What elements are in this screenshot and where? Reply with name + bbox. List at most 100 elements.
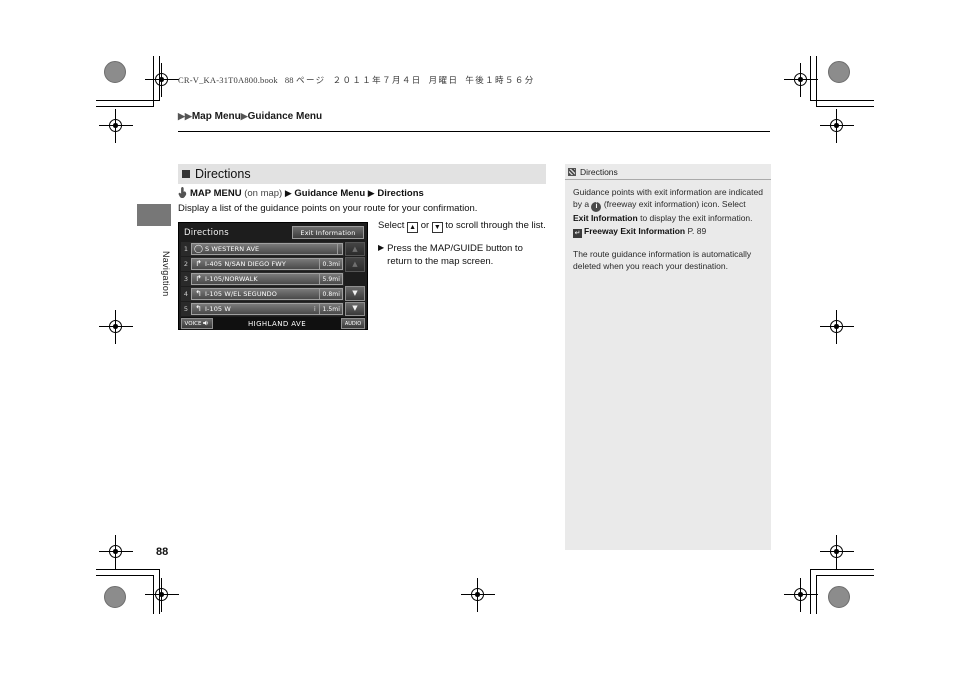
side-note-panel: Directions Guidance points with exit inf… xyxy=(565,164,771,550)
note-square-icon xyxy=(568,167,576,176)
row-index: 3 xyxy=(183,275,189,283)
guidance-point-distance xyxy=(337,244,342,254)
start-circle-icon: ◯ xyxy=(193,244,204,253)
header-page-number: 88 xyxy=(284,75,294,85)
breadcrumb-item-guidance-menu: Guidance Menu xyxy=(247,111,323,122)
print-density-dot-top-right xyxy=(828,61,850,83)
crop-line xyxy=(159,56,160,101)
instruction-or-text: or xyxy=(420,220,430,231)
print-density-dot-bottom-right xyxy=(828,586,850,608)
instruction-scroll-text: to scroll through the list. xyxy=(445,220,546,231)
current-street-label: HIGHLAND AVE xyxy=(247,319,307,328)
guidance-point-distance: 0.8mi xyxy=(319,289,342,299)
menu-path-step-directions: Directions xyxy=(377,188,424,199)
side-note-title: Directions xyxy=(580,166,618,177)
crop-line xyxy=(153,575,154,614)
crop-line xyxy=(810,569,874,570)
hand-pointer-icon xyxy=(178,186,187,198)
directions-list-item[interactable]: ↱ I-105/NORWALK 5.9mi xyxy=(191,273,343,285)
chapter-tab-label: Navigation xyxy=(161,251,171,297)
crop-line xyxy=(816,575,817,614)
section-bullet-square-icon xyxy=(182,170,190,178)
exit-info-indicator-icon: i xyxy=(314,305,316,313)
up-arrow-key-icon: ▲ xyxy=(407,222,419,233)
scrollbar[interactable]: ▲ ▲ ▼ ▼ xyxy=(345,242,365,317)
row-index: 2 xyxy=(183,260,189,268)
note-text-b: (freeway exit information) icon. Select xyxy=(603,199,746,210)
instruction-column: Select ▲ or ▼ to scroll through the list… xyxy=(378,219,550,269)
table-row[interactable]: 2 ↱ I-405 N/SAN DIEGO FWY 0.3mi xyxy=(181,257,344,271)
crop-line xyxy=(816,56,817,107)
directions-list: 1 ◯ S WESTERN AVE 2 ↱ I-405 N/SAN DIEGO … xyxy=(181,242,344,316)
section-description: Display a list of the guidance points on… xyxy=(178,203,478,214)
registration-mark-bottom-left-inner xyxy=(145,578,179,612)
breadcrumb-rule xyxy=(178,131,770,132)
breadcrumb: ▶▶Map Menu▶Guidance Menu xyxy=(178,111,322,122)
scroll-bottom-button[interactable]: ▼ xyxy=(345,301,365,317)
row-index: 1 xyxy=(183,245,189,253)
directions-list-item[interactable]: ↰ I-105 W i 1.5mi xyxy=(191,303,343,315)
turn-right-ramp-icon: ↱ xyxy=(195,259,202,268)
side-note-paragraph-1: Guidance points with exit information ar… xyxy=(573,186,763,238)
bullet-triangle-icon: ▶ xyxy=(378,243,385,252)
voice-label: VOICE xyxy=(184,320,202,327)
registration-mark-bottom-center xyxy=(461,578,495,612)
page-number: 88 xyxy=(156,546,169,558)
side-note-paragraph-2: The route guidance information is automa… xyxy=(573,249,752,272)
note-text-c: to display the exit information. xyxy=(640,213,753,224)
map-guide-instruction: ▶ Press the MAP/GUIDE button to return t… xyxy=(378,242,550,269)
crop-line xyxy=(810,569,811,614)
guidance-point-name: I-105 W/EL SEGUNDO xyxy=(205,290,277,298)
book-filename: CR-V_KA-31T0A800.book xyxy=(178,75,278,85)
breadcrumb-triangle-icon: ▶ xyxy=(184,111,192,121)
crop-line xyxy=(816,106,874,107)
registration-mark-bottom-left xyxy=(99,535,133,569)
voice-button[interactable]: VOICE xyxy=(181,318,213,329)
audio-button[interactable]: AUDIO xyxy=(341,318,365,329)
print-job-header: CR-V_KA-31T0A800.book 88 ページ ２０１１年７月４日 月… xyxy=(178,74,535,86)
crop-line xyxy=(96,575,154,576)
exit-information-button[interactable]: Exit Information xyxy=(292,226,364,239)
print-density-dot-bottom-left xyxy=(104,586,126,608)
crop-line xyxy=(153,56,154,107)
header-date: ２０１１年７月４日 xyxy=(332,76,422,86)
crop-line xyxy=(159,569,160,614)
directions-list-item[interactable]: ↰ I-105 W/EL SEGUNDO 0.8mi xyxy=(191,288,343,300)
header-weekday: 月曜日 xyxy=(428,76,459,86)
table-row[interactable]: 5 ↰ I-105 W i 1.5mi xyxy=(181,302,344,316)
table-row[interactable]: 4 ↰ I-105 W/EL SEGUNDO 0.8mi xyxy=(181,287,344,301)
speaker-icon xyxy=(203,320,209,328)
registration-mark-top-left xyxy=(145,63,179,97)
section-title-bar: Directions xyxy=(178,164,546,184)
nav-screen-header: Directions Exit Information xyxy=(181,225,365,241)
menu-path: MAP MENU (on map) ▶ Guidance Menu ▶ Dire… xyxy=(178,186,424,199)
page-canvas: CR-V_KA-31T0A800.book 88 ページ ２０１１年７月４日 月… xyxy=(0,0,954,675)
guidance-point-name: S WESTERN AVE xyxy=(205,245,260,253)
table-row[interactable]: 1 ◯ S WESTERN AVE xyxy=(181,242,344,256)
table-row[interactable]: 3 ↱ I-105/NORWALK 5.9mi xyxy=(181,272,344,286)
menu-path-root-suffix: (on map) xyxy=(244,188,283,199)
instruction-select-text: Select xyxy=(378,220,405,231)
cross-reference-title[interactable]: Freeway Exit Information xyxy=(584,226,685,236)
scroll-up-button[interactable]: ▲ xyxy=(345,257,365,272)
registration-mark-top-right xyxy=(784,63,818,97)
crop-line xyxy=(96,569,160,570)
chapter-tab-block xyxy=(137,204,171,226)
turn-right-icon: ↱ xyxy=(195,274,202,283)
turn-left-icon: ↰ xyxy=(195,304,202,313)
registration-mark-top-right-inner xyxy=(820,109,854,143)
page-title: Directions xyxy=(195,167,251,181)
scroll-top-button[interactable]: ▲ xyxy=(345,242,365,257)
scroll-down-button[interactable]: ▼ xyxy=(345,286,365,301)
registration-mark-bottom-right-inner xyxy=(784,578,818,612)
breadcrumb-item-map-menu: Map Menu xyxy=(191,111,241,122)
nav-screen-body: 1 ◯ S WESTERN AVE 2 ↱ I-405 N/SAN DIEGO … xyxy=(181,242,365,317)
menu-path-triangle-icon: ▶ xyxy=(367,188,375,198)
down-arrow-key-icon: ▼ xyxy=(431,222,443,233)
crop-line xyxy=(810,100,874,101)
menu-path-triangle-icon: ▶ xyxy=(284,188,292,198)
directions-list-item[interactable]: ↱ I-405 N/SAN DIEGO FWY 0.3mi xyxy=(191,258,343,270)
crop-line xyxy=(816,575,874,576)
header-time: 午後１時５６分 xyxy=(465,76,535,86)
directions-list-item[interactable]: ◯ S WESTERN AVE xyxy=(191,243,343,255)
